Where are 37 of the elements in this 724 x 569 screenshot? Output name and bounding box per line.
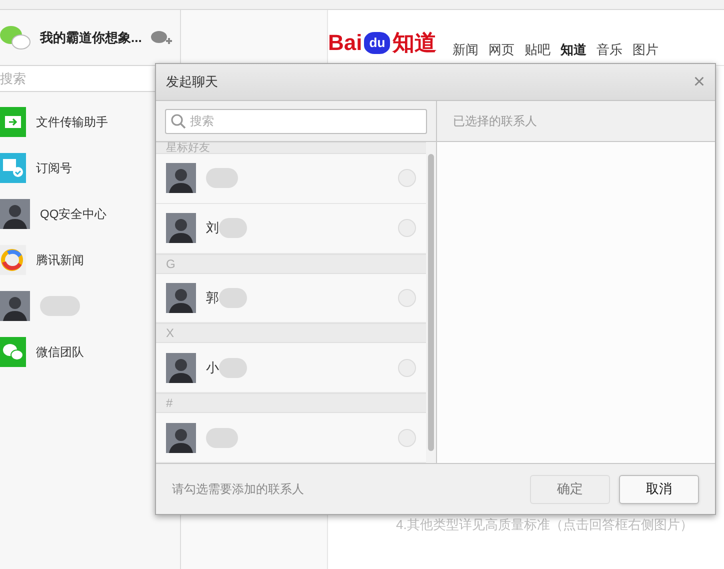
nav-link[interactable]: 音乐 [596,40,622,59]
blurred-name [219,218,247,238]
blurred-name [219,288,247,308]
section-header: 星标好友 [156,142,426,154]
avatar-silhouette-icon [0,199,30,229]
blurred-name [219,358,247,378]
avatar-silhouette-icon [166,422,196,453]
select-radio[interactable] [398,288,416,307]
avatar-silhouette-icon [166,163,196,194]
select-radio[interactable] [398,358,416,377]
selected-contacts-header: 已选择的联系人 [453,113,537,130]
site-logo[interactable]: Bai du 知道 [328,26,436,59]
select-radio[interactable] [398,169,416,188]
select-radio[interactable] [398,219,416,238]
nav-link[interactable]: 知道 [560,40,586,59]
avatar-silhouette-icon [0,291,30,321]
avatar-silhouette-icon [166,282,196,313]
search-icon [170,113,186,129]
avatar-silhouette-icon [166,213,196,244]
blurred-name [206,168,238,188]
guideline-text: 4.其他类型详见高质量标准（点击回答框右侧图片） [396,516,694,534]
dialog-button[interactable]: 取消 [619,474,699,504]
account-name: 我的霸道你想象... [40,28,142,47]
section-header: X [156,323,426,344]
section-header: G [156,254,426,274]
blurred-name [40,296,80,316]
nav-link[interactable]: 网页 [488,40,514,59]
nav-link[interactable]: 图片 [632,40,658,59]
nav-link[interactable]: 新闻 [452,40,478,59]
contact-row[interactable]: 刘 [156,204,426,254]
avatar-silhouette-icon [166,352,196,383]
add-chat-icon[interactable] [150,28,172,46]
section-header: # [156,393,426,414]
nav-link[interactable]: 贴吧 [524,40,550,59]
blurred-name [206,428,238,448]
hint-text: 请勾选需要添加的联系人 [172,481,305,498]
select-radio[interactable] [398,428,416,447]
